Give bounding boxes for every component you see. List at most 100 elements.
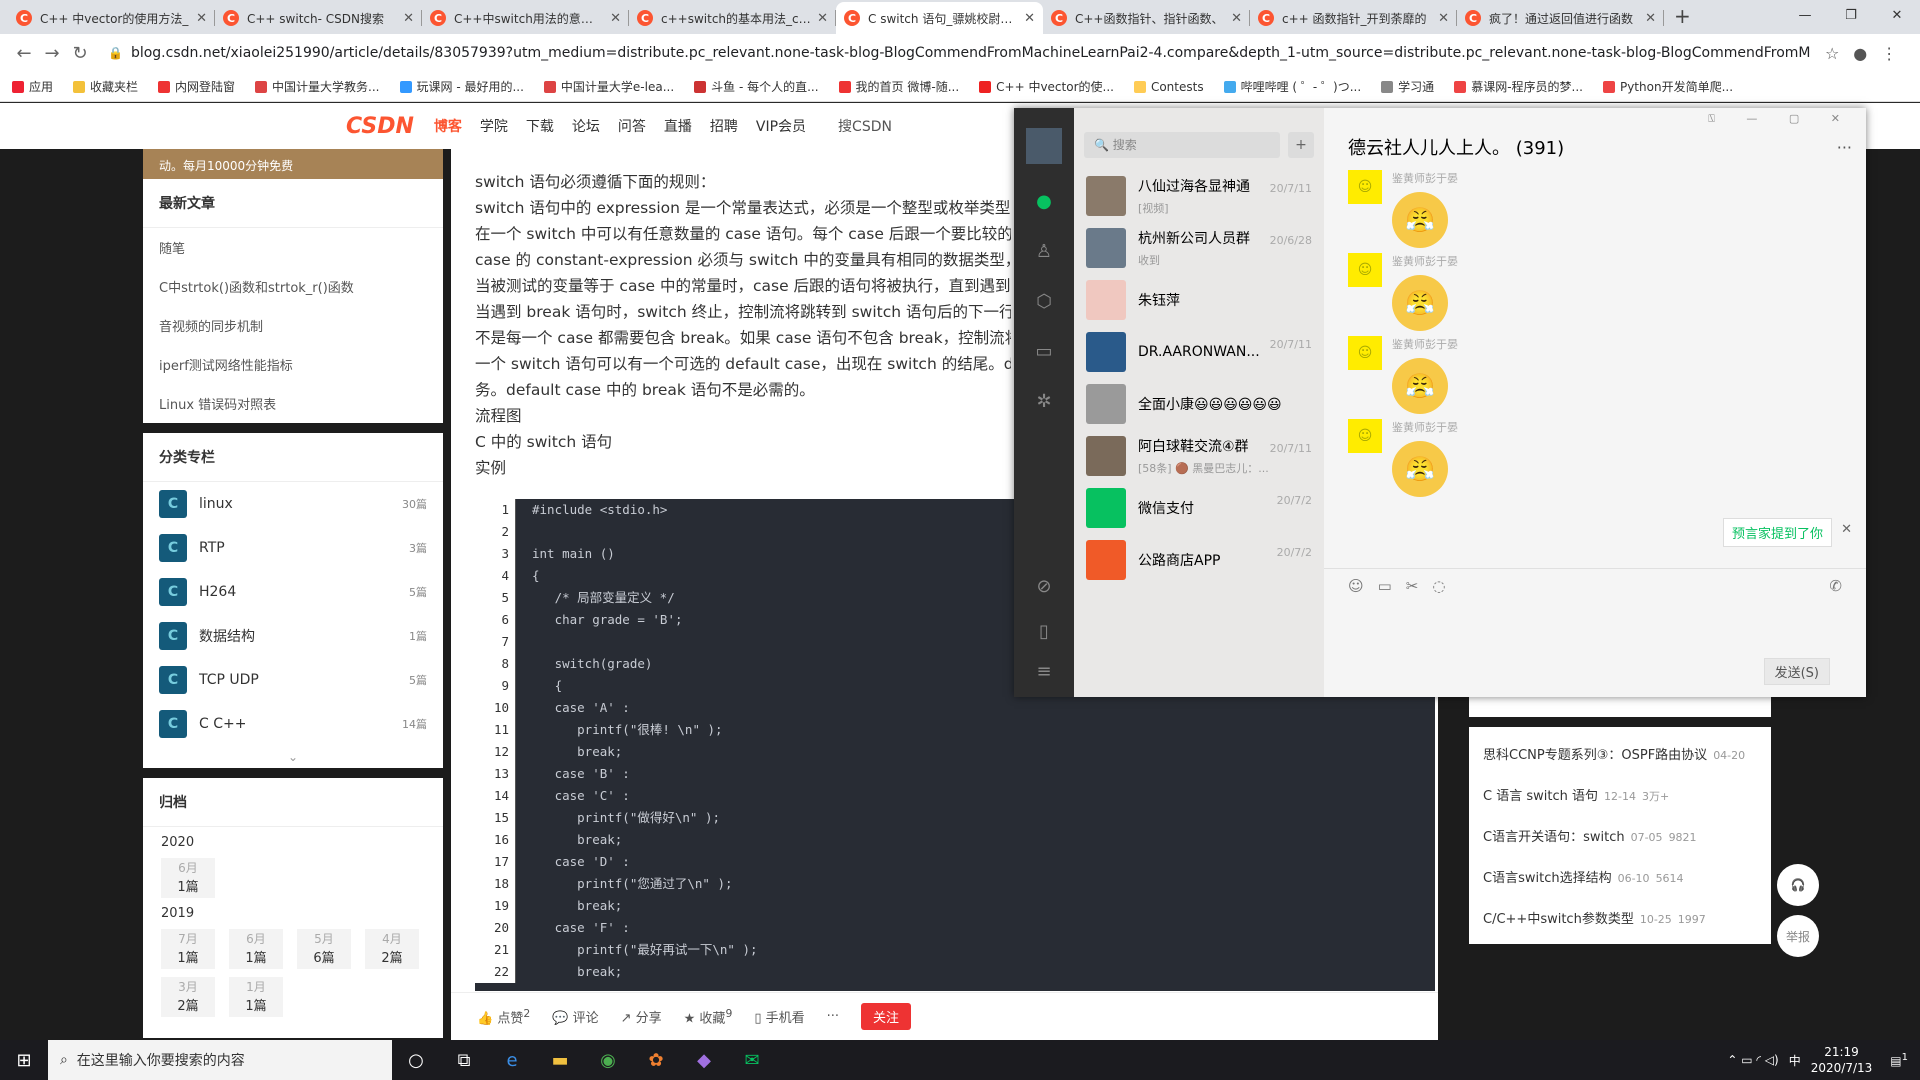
bookmark-item[interactable]: 中国计量大学教务...: [255, 78, 380, 95]
close-icon[interactable]: ✕: [1841, 522, 1852, 537]
category-item[interactable]: C H264 5篇: [143, 570, 443, 614]
tab-close-icon[interactable]: ✕: [817, 11, 828, 26]
add-icon[interactable]: +: [1288, 132, 1314, 158]
window-controls[interactable]: ⍂ — ▢ ✕: [1708, 112, 1854, 126]
call-icon[interactable]: ✆: [1829, 577, 1842, 595]
tab-close-icon[interactable]: ✕: [1438, 11, 1449, 26]
url-field[interactable]: blog.csdn.net/xiaolei251990/article/deta…: [131, 45, 1811, 61]
related-article-link[interactable]: C语言开关语句：switch 07-05 9821: [1483, 815, 1757, 856]
chat-item[interactable]: 微信支付 20/7/2: [1074, 482, 1324, 534]
moments-icon[interactable]: ✲: [1031, 388, 1057, 414]
archive-month[interactable]: 5月 6篇: [297, 929, 351, 969]
sender-avatar[interactable]: ☺: [1348, 253, 1382, 287]
related-article-link[interactable]: 思科CCNP专题系列③：OSPF路由协议 04-20: [1483, 733, 1757, 774]
category-item[interactable]: Clinux 30篇: [143, 482, 443, 526]
nav-7[interactable]: VIP会员: [756, 116, 806, 136]
wechat-search-input[interactable]: 🔍 搜索: [1084, 132, 1280, 158]
csdn-logo[interactable]: CSDN: [346, 114, 414, 139]
archive-month[interactable]: 4月 2篇: [365, 929, 419, 969]
notification-icon[interactable]: ▤1: [1890, 1052, 1908, 1068]
promo-banner[interactable]: 动。每月10000分钟免费: [143, 149, 443, 179]
phone-icon[interactable]: ▯: [1031, 618, 1057, 644]
bookmark-item[interactable]: 慕课网-程序员的梦...: [1454, 78, 1583, 95]
tab-close-icon[interactable]: ✕: [1231, 11, 1242, 26]
edge-icon[interactable]: e: [488, 1040, 536, 1080]
sticker-image[interactable]: 😤: [1392, 441, 1448, 497]
browser-tab[interactable]: C C++函数指针、指针函数、 ✕: [1043, 2, 1250, 34]
chat-item[interactable]: 朱钰萍: [1074, 274, 1324, 326]
recent-article-link[interactable]: iperf测试网络性能指标: [143, 345, 443, 384]
csdn-search-input[interactable]: 搜CSDN: [838, 116, 892, 136]
taskbar-search[interactable]: ⌕ 在这里输入你要搜索的内容: [48, 1040, 392, 1080]
archive-month[interactable]: 6月 1篇: [161, 858, 215, 898]
category-item[interactable]: C TCP UDP 5篇: [143, 658, 443, 702]
windows-start-icon[interactable]: ⊞: [0, 1050, 48, 1071]
restore-icon[interactable]: ❐: [1828, 0, 1874, 30]
category-item[interactable]: C 数据结构 1篇: [143, 614, 443, 658]
tray-icons[interactable]: ⌃ ▭ ◜ ◁): [1727, 1053, 1778, 1067]
bookmark-item[interactable]: C++ 中vector的使...: [979, 78, 1114, 95]
tab-close-icon[interactable]: ✕: [403, 11, 414, 26]
browser-tab[interactable]: C 疯了！通过返回值进行函数 ✕: [1457, 2, 1664, 34]
menu-icon[interactable]: ⋮: [1881, 44, 1897, 63]
menu-icon[interactable]: ≡: [1031, 658, 1057, 684]
explorer-icon[interactable]: ▬: [536, 1040, 584, 1080]
favorite-button[interactable]: ★ 收藏9: [684, 1007, 733, 1026]
sender-avatar[interactable]: ☺: [1348, 336, 1382, 370]
message-input-area[interactable]: ☺▭✂◌ ✆ 发送(S): [1324, 568, 1866, 697]
app-icon[interactable]: ✿: [632, 1040, 680, 1080]
browser-tab[interactable]: C C switch 语句_骠姚校尉的博 ✕: [836, 2, 1043, 34]
chat-item[interactable]: 全面小康😃😃😃😃😃😃: [1074, 378, 1324, 430]
recent-article-link[interactable]: 随笔: [143, 228, 443, 267]
bookmark-item[interactable]: 玩课网 - 最好用的...: [399, 78, 524, 95]
reload-icon[interactable]: ↻: [66, 43, 94, 64]
back-icon[interactable]: ←: [10, 43, 38, 64]
tab-close-icon[interactable]: ✕: [1645, 11, 1656, 26]
headset-icon[interactable]: 🎧: [1777, 864, 1819, 906]
bookmark-item[interactable]: 我的首页 微博-随...: [838, 78, 959, 95]
archive-month[interactable]: 6月 1篇: [229, 929, 283, 969]
more-icon[interactable]: ···: [1837, 138, 1852, 157]
recent-article-link[interactable]: Linux 错误码对照表: [143, 384, 443, 423]
browser-tab[interactable]: Cc++ 函数指针_开到荼靡的 ✕: [1250, 2, 1457, 34]
chat-icon[interactable]: ●: [1031, 188, 1057, 214]
sticker-image[interactable]: 😤: [1392, 275, 1448, 331]
related-article-link[interactable]: C 语言 switch 语句 12-14 3万+: [1483, 774, 1757, 815]
nav-1[interactable]: 学院: [480, 116, 508, 136]
tab-close-icon[interactable]: ✕: [196, 11, 207, 26]
chat-item[interactable]: 公路商店APP 20/7/2: [1074, 534, 1324, 586]
archive-month[interactable]: 1月 1篇: [229, 977, 283, 1017]
chat-item[interactable]: 杭州新公司人员群 收到 20/6/28: [1074, 222, 1324, 274]
archive-month[interactable]: 7月 1篇: [161, 929, 215, 969]
sender-avatar[interactable]: ☺: [1348, 170, 1382, 204]
bookmark-item[interactable]: 中国计量大学e-lea...: [543, 78, 674, 95]
recent-article-link[interactable]: 音视频的同步机制: [143, 306, 443, 345]
miniprogram-icon[interactable]: ⊘: [1031, 573, 1057, 599]
share-button[interactable]: ↗ 分享: [621, 1007, 662, 1026]
lock-icon[interactable]: 🔒: [108, 46, 123, 60]
avatar[interactable]: [1026, 128, 1062, 164]
expand-chevron-icon[interactable]: ⌄: [143, 746, 443, 768]
folder-icon[interactable]: ▭: [1031, 338, 1057, 364]
contacts-icon[interactable]: ♙: [1031, 238, 1057, 264]
chat-item[interactable]: DR.AARONWAN... 20/7/11: [1074, 326, 1324, 378]
browser-tab[interactable]: C C++ 中vector的使用方法_ ✕: [8, 2, 215, 34]
nav-2[interactable]: 下载: [526, 116, 554, 136]
category-item[interactable]: C RTP 3篇: [143, 526, 443, 570]
archive-month[interactable]: 3月 2篇: [161, 977, 215, 1017]
forward-icon[interactable]: →: [38, 43, 66, 64]
bookmark-item[interactable]: 斗鱼 - 每个人的直...: [694, 78, 819, 95]
chat-item[interactable]: 八仙过海各显神通 [视频] 20/7/11: [1074, 170, 1324, 222]
like-button[interactable]: 👍 点赞2: [477, 1007, 530, 1026]
account-icon[interactable]: ●: [1853, 44, 1867, 63]
wechat-icon[interactable]: ✉: [728, 1040, 776, 1080]
bookmark-item[interactable]: 内网登陆窗: [158, 78, 235, 95]
chat-item[interactable]: 阿白球鞋交流④群 [58条] 🟤 黑曼巴志儿：... 20/7/11: [1074, 430, 1324, 482]
ime-indicator[interactable]: 中: [1789, 1052, 1801, 1069]
category-item[interactable]: C C C++ 14篇: [143, 702, 443, 746]
more-button[interactable]: ···: [827, 1009, 839, 1024]
nav-6[interactable]: 招聘: [710, 116, 738, 136]
recent-article-link[interactable]: C中strtok()函数和strtok_r()函数: [143, 267, 443, 306]
nav-0[interactable]: 博客: [434, 116, 462, 136]
tab-close-icon[interactable]: ✕: [1024, 11, 1035, 26]
